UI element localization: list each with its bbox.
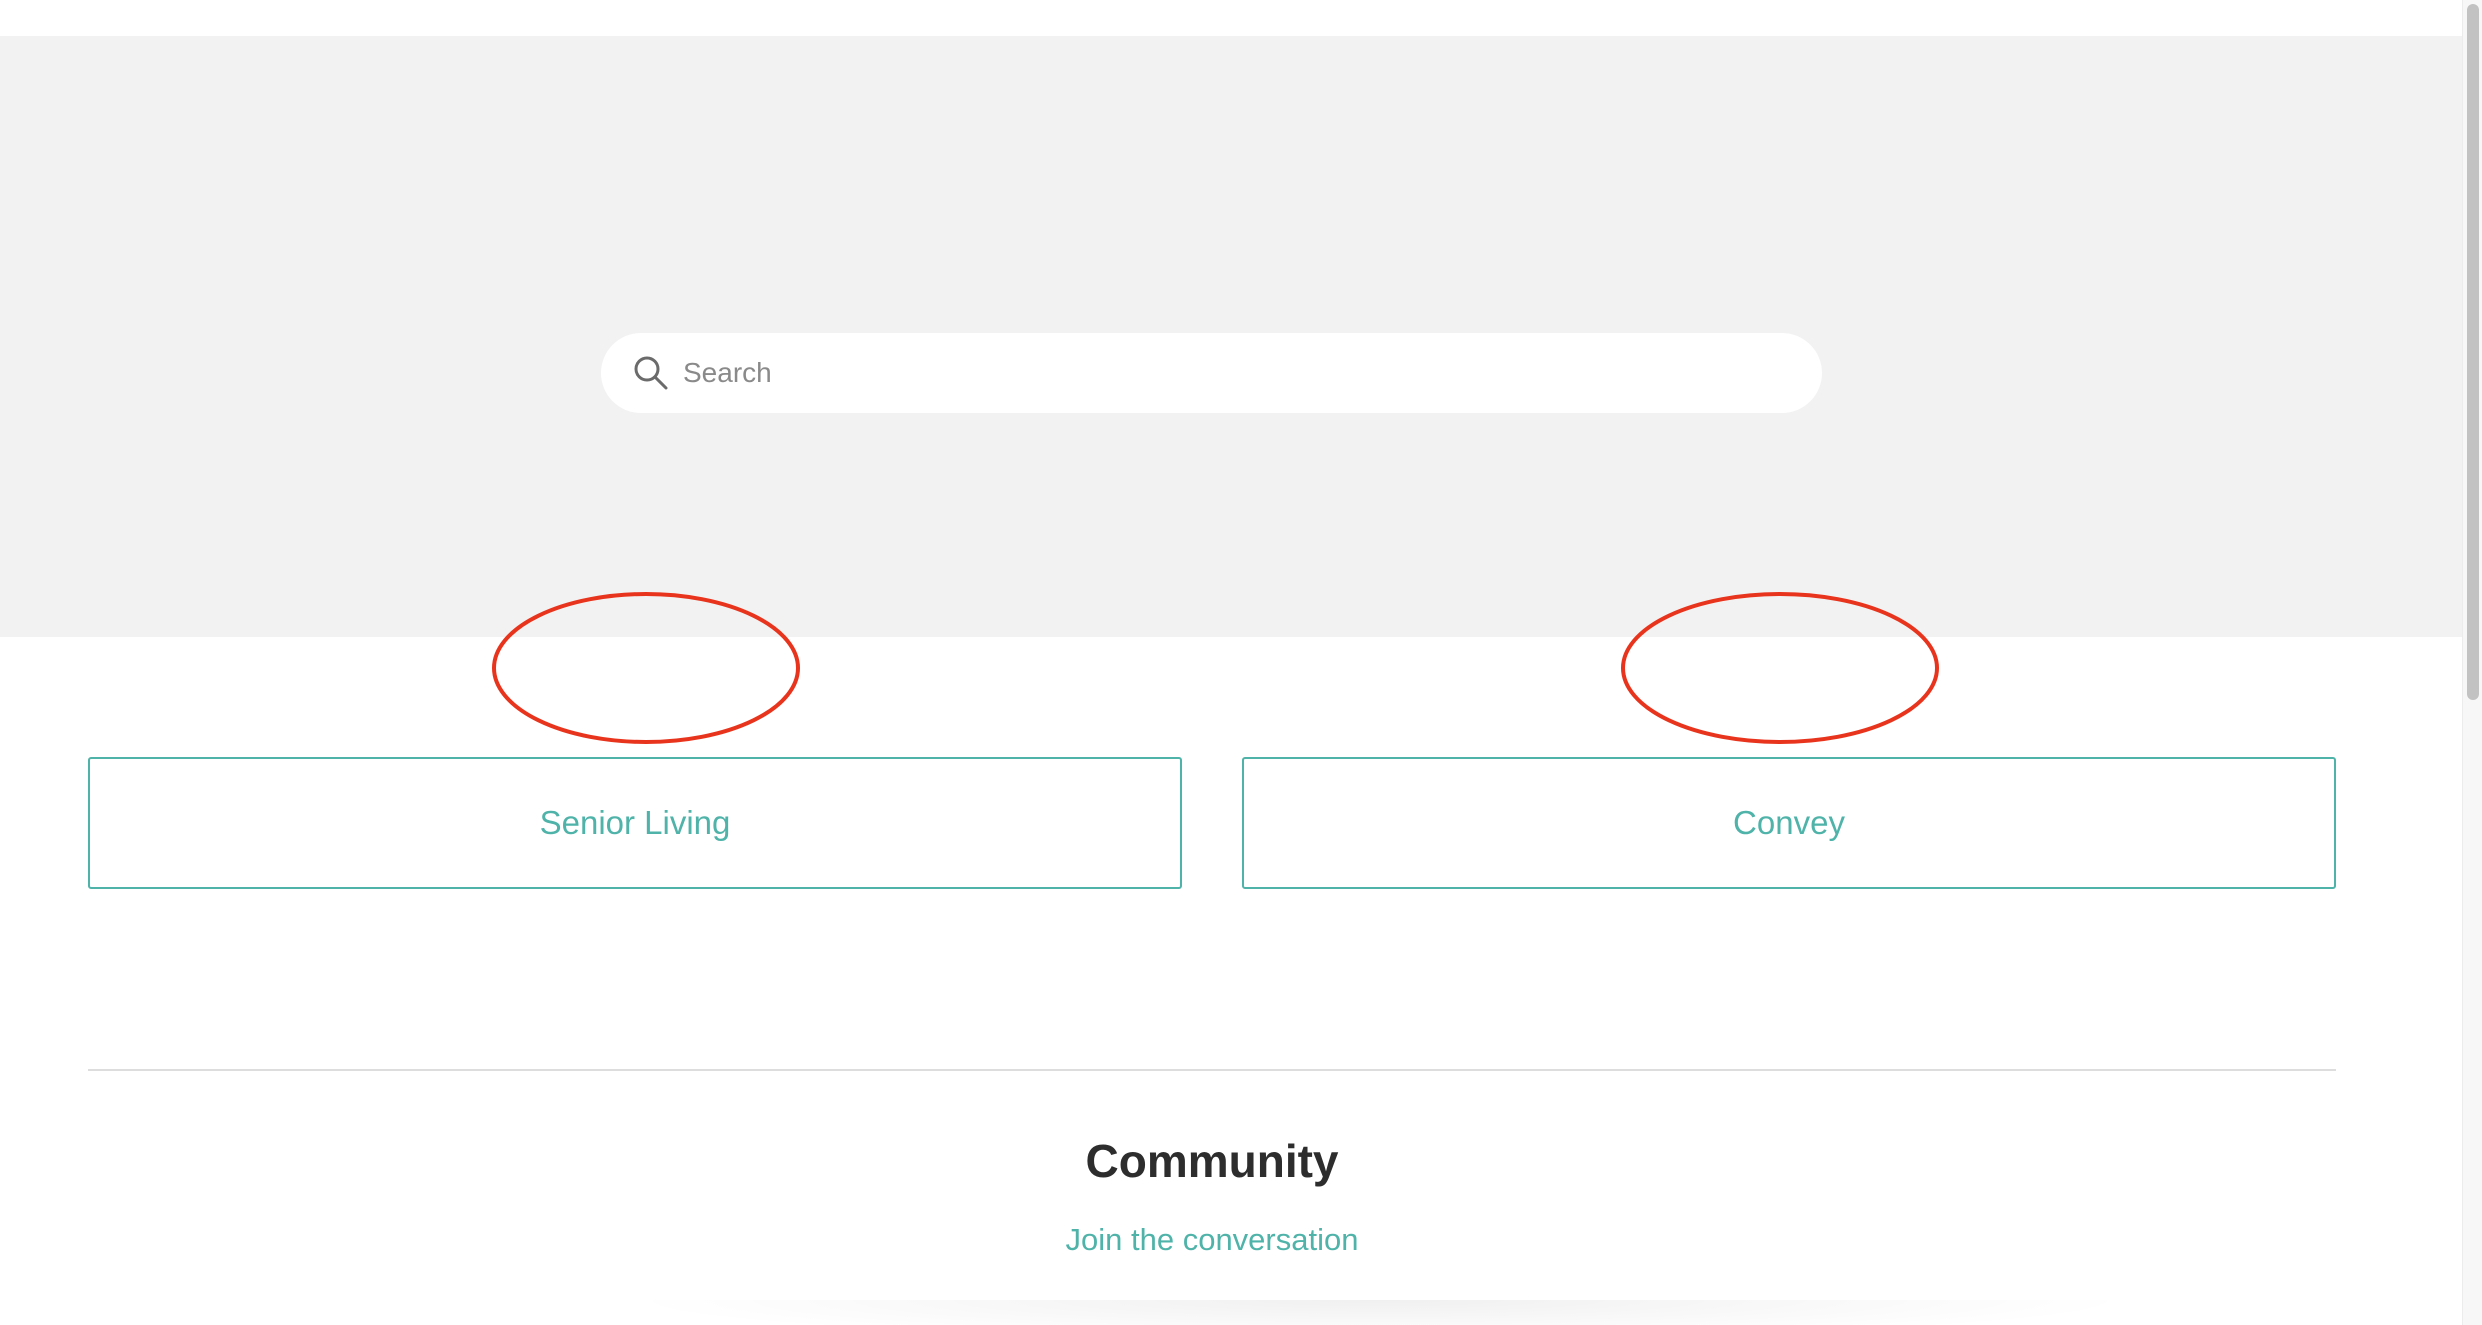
search-input[interactable] bbox=[683, 333, 1783, 413]
category-card-senior-living[interactable]: Senior Living bbox=[88, 757, 1182, 889]
page: Senior Living Convey Community Join the … bbox=[0, 0, 2482, 1325]
category-label: Senior Living bbox=[539, 804, 731, 841]
card-shadow bbox=[620, 1300, 2140, 1325]
category-card-convey[interactable]: Convey bbox=[1242, 757, 2336, 889]
scrollbar-thumb[interactable] bbox=[2467, 4, 2479, 700]
search-icon bbox=[634, 356, 668, 390]
category-label: Convey bbox=[1733, 804, 1845, 841]
search-bar[interactable] bbox=[601, 333, 1822, 413]
section-divider bbox=[88, 1069, 2336, 1071]
hero-section bbox=[0, 36, 2462, 637]
scrollbar-track[interactable] bbox=[2462, 0, 2482, 1325]
join-conversation-link[interactable]: Join the conversation bbox=[0, 1222, 2424, 1258]
community-title: Community bbox=[1085, 1135, 1339, 1187]
